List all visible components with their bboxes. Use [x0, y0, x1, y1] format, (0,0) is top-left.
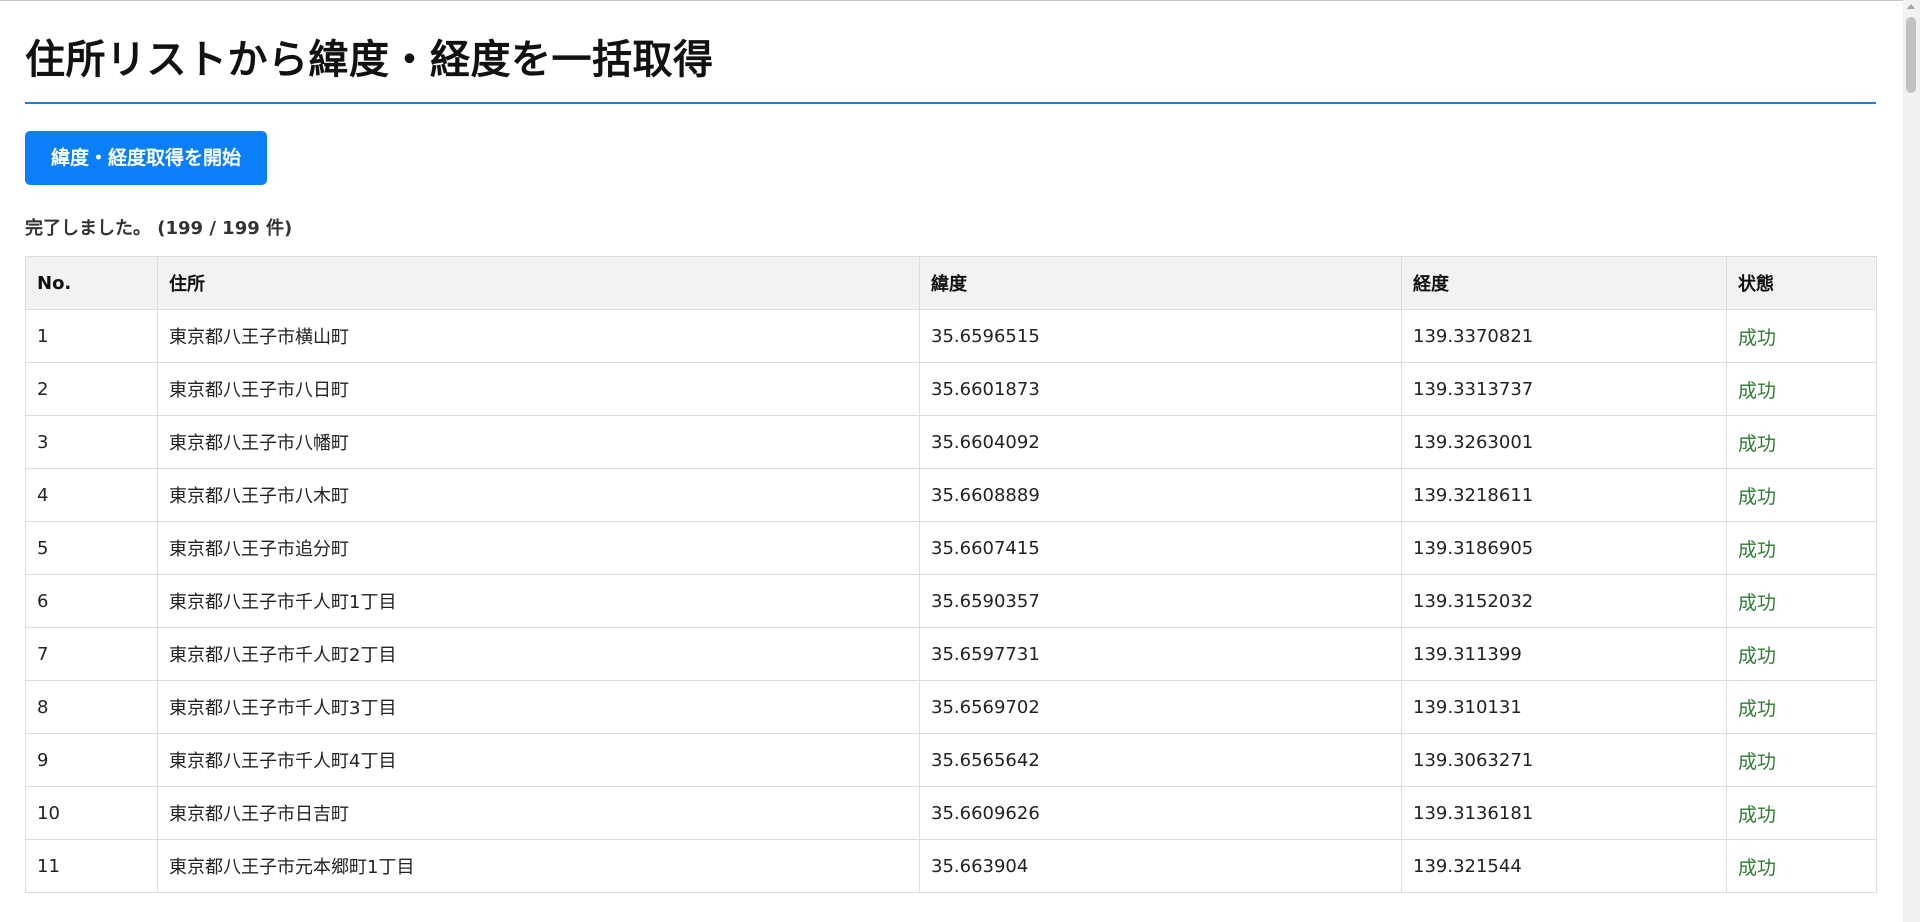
- table-row: 10 東京都八王子市日吉町 35.6609626 139.3136181 成功: [25, 786, 1877, 840]
- cell-address: 東京都八王子市千人町1丁目: [157, 574, 920, 628]
- cell-address: 東京都八王子市日吉町: [157, 786, 920, 840]
- table-row: 11 東京都八王子市元本郷町1丁目 35.663904 139.321544 成…: [25, 839, 1877, 893]
- cell-latitude: 35.6569702: [919, 680, 1402, 734]
- cell-address: 東京都八王子市元本郷町1丁目: [157, 839, 920, 893]
- table-row: 6 東京都八王子市千人町1丁目 35.6590357 139.3152032 成…: [25, 574, 1877, 628]
- cell-longitude: 139.3218611: [1401, 468, 1727, 522]
- cell-no: 3: [25, 415, 158, 469]
- cell-latitude: 35.6597731: [919, 627, 1402, 681]
- cell-latitude: 35.6565642: [919, 733, 1402, 787]
- cell-address: 東京都八王子市千人町2丁目: [157, 627, 920, 681]
- table-row: 9 東京都八王子市千人町4丁目 35.6565642 139.3063271 成…: [25, 733, 1877, 787]
- cell-latitude: 35.6608889: [919, 468, 1402, 522]
- header-address: 住所: [157, 256, 920, 310]
- table-row: 4 東京都八王子市八木町 35.6608889 139.3218611 成功: [25, 468, 1877, 522]
- header-status: 状態: [1726, 256, 1877, 310]
- scroll-thumb[interactable]: [1906, 17, 1916, 93]
- cell-address: 東京都八王子市追分町: [157, 521, 920, 575]
- cell-address: 東京都八王子市八木町: [157, 468, 920, 522]
- cell-latitude: 35.6607415: [919, 521, 1402, 575]
- cell-status: 成功: [1726, 521, 1877, 575]
- title-divider: [25, 102, 1876, 104]
- cell-longitude: 139.321544: [1401, 839, 1727, 893]
- cell-status: 成功: [1726, 309, 1877, 363]
- header-no: No.: [25, 256, 158, 310]
- scroll-up-arrow-icon[interactable]: [1907, 4, 1915, 9]
- cell-status: 成功: [1726, 733, 1877, 787]
- cell-latitude: 35.6604092: [919, 415, 1402, 469]
- cell-longitude: 139.3063271: [1401, 733, 1727, 787]
- cell-status: 成功: [1726, 415, 1877, 469]
- vertical-scrollbar[interactable]: [1903, 0, 1920, 922]
- table-header-row: No. 住所 緯度 経度 状態: [25, 256, 1877, 310]
- status-message: 完了しました。 (199 / 199 件): [25, 218, 293, 239]
- table-row: 5 東京都八王子市追分町 35.6607415 139.3186905 成功: [25, 521, 1877, 575]
- cell-address: 東京都八王子市八日町: [157, 362, 920, 416]
- table-row: 1 東京都八王子市横山町 35.6596515 139.3370821 成功: [25, 309, 1877, 363]
- results-table: No. 住所 緯度 経度 状態 1 東京都八王子市横山町 35.6596515 …: [25, 256, 1877, 893]
- main-content: 住所リストから緯度・経度を一括取得 緯度・経度取得を開始 完了しました。 (19…: [25, 0, 1877, 893]
- cell-longitude: 139.3136181: [1401, 786, 1727, 840]
- page-title: 住所リストから緯度・経度を一括取得: [25, 37, 714, 83]
- cell-longitude: 139.3370821: [1401, 309, 1727, 363]
- cell-longitude: 139.3313737: [1401, 362, 1727, 416]
- cell-no: 8: [25, 680, 158, 734]
- table-row: 8 東京都八王子市千人町3丁目 35.6569702 139.310131 成功: [25, 680, 1877, 734]
- table-row: 7 東京都八王子市千人町2丁目 35.6597731 139.311399 成功: [25, 627, 1877, 681]
- cell-no: 11: [25, 839, 158, 893]
- cell-status: 成功: [1726, 362, 1877, 416]
- cell-longitude: 139.3263001: [1401, 415, 1727, 469]
- cell-status: 成功: [1726, 574, 1877, 628]
- cell-no: 10: [25, 786, 158, 840]
- cell-no: 6: [25, 574, 158, 628]
- cell-longitude: 139.3186905: [1401, 521, 1727, 575]
- cell-status: 成功: [1726, 839, 1877, 893]
- cell-no: 7: [25, 627, 158, 681]
- cell-latitude: 35.663904: [919, 839, 1402, 893]
- cell-status: 成功: [1726, 627, 1877, 681]
- cell-address: 東京都八王子市八幡町: [157, 415, 920, 469]
- table-row: 2 東京都八王子市八日町 35.6601873 139.3313737 成功: [25, 362, 1877, 416]
- cell-latitude: 35.6601873: [919, 362, 1402, 416]
- header-latitude: 緯度: [919, 256, 1402, 310]
- cell-address: 東京都八王子市千人町3丁目: [157, 680, 920, 734]
- cell-longitude: 139.310131: [1401, 680, 1727, 734]
- cell-address: 東京都八王子市横山町: [157, 309, 920, 363]
- cell-no: 2: [25, 362, 158, 416]
- start-geocode-button[interactable]: 緯度・経度取得を開始: [25, 131, 268, 185]
- cell-status: 成功: [1726, 680, 1877, 734]
- cell-no: 1: [25, 309, 158, 363]
- cell-latitude: 35.6609626: [919, 786, 1402, 840]
- cell-longitude: 139.311399: [1401, 627, 1727, 681]
- table-row: 3 東京都八王子市八幡町 35.6604092 139.3263001 成功: [25, 415, 1877, 469]
- cell-no: 5: [25, 521, 158, 575]
- header-longitude: 経度: [1401, 256, 1727, 310]
- cell-no: 4: [25, 468, 158, 522]
- cell-status: 成功: [1726, 468, 1877, 522]
- cell-no: 9: [25, 733, 158, 787]
- cell-status: 成功: [1726, 786, 1877, 840]
- cell-longitude: 139.3152032: [1401, 574, 1727, 628]
- cell-latitude: 35.6590357: [919, 574, 1402, 628]
- cell-latitude: 35.6596515: [919, 309, 1402, 363]
- cell-address: 東京都八王子市千人町4丁目: [157, 733, 920, 787]
